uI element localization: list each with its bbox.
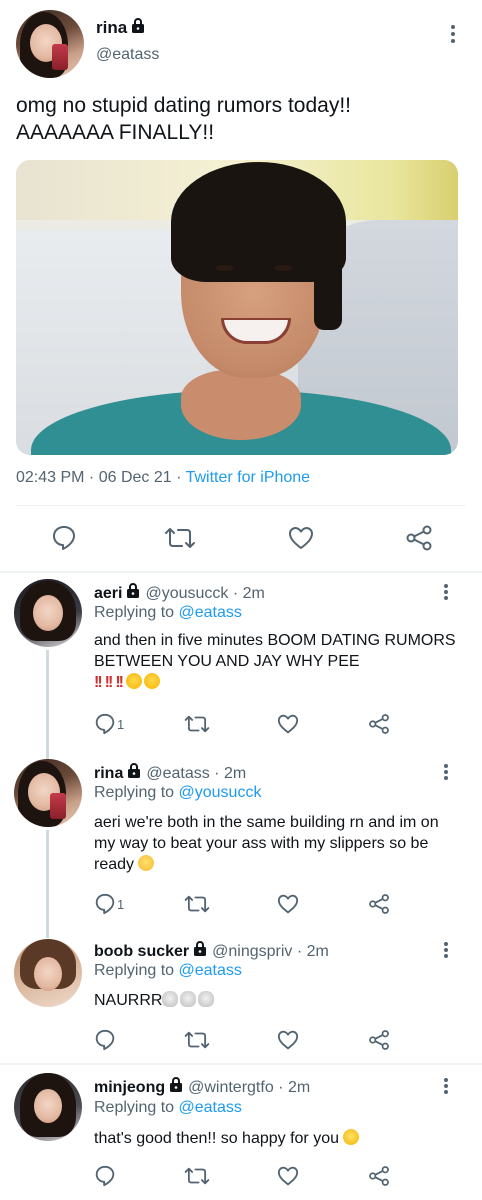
main-action-bar: [0, 522, 482, 554]
reply-icon: [95, 713, 115, 735]
more-icon[interactable]: [442, 941, 450, 959]
avatar[interactable]: [14, 579, 82, 647]
retweet-icon[interactable]: [184, 895, 210, 913]
more-icon[interactable]: [442, 1077, 450, 1095]
reply-tweet: boob sucker @ningspriv · 2m Replying to @…: [0, 933, 482, 1063]
divider: [16, 505, 466, 506]
handle[interactable]: @eatass · 2m: [146, 765, 246, 782]
reply-icon[interactable]: [52, 525, 76, 551]
replying-to-link[interactable]: @eatass: [179, 1099, 242, 1116]
replying-to: Replying to @eatass: [94, 962, 242, 979]
reply-action-bar: [0, 1029, 482, 1053]
skull-emoji: [198, 991, 215, 1007]
skull-emoji: [180, 991, 197, 1007]
tweet-meta: 02:43 PM · 06 Dec 21 · Twitter for iPhon…: [16, 469, 310, 487]
handle[interactable]: @yousucck · 2m: [145, 585, 264, 602]
display-name[interactable]: minjeong: [94, 1079, 165, 1096]
skull-emoji: [162, 991, 179, 1007]
display-name[interactable]: rina: [94, 765, 123, 782]
reply-action-bar: [0, 1165, 482, 1189]
like-icon[interactable]: [288, 526, 314, 550]
retweet-icon[interactable]: [184, 1167, 210, 1185]
reply-tweet: aeri @yousucck · 2m Replying to @eatass a…: [0, 573, 482, 753]
reply-action-bar: 1: [0, 893, 482, 917]
reply-name-line: minjeong @wintergtfo · 2m: [94, 1077, 310, 1097]
display-name[interactable]: aeri: [94, 585, 122, 602]
reply-count: 1: [117, 716, 125, 732]
reply-tweet: rina @eatass · 2m Replying to @yousucck a…: [0, 753, 482, 933]
reply-action-bar: 1: [0, 713, 482, 737]
lock-icon: [170, 1077, 183, 1092]
handle[interactable]: @ningspriv · 2m: [212, 943, 329, 960]
main-tweet: rina @eatass omg no stupid dating rumors…: [0, 0, 482, 572]
reply-tweet: minjeong @wintergtfo · 2m Replying to @ea…: [0, 1069, 482, 1200]
retweet-icon[interactable]: [184, 715, 210, 733]
reply-icon[interactable]: [95, 1165, 115, 1187]
lock-icon: [194, 941, 207, 956]
like-icon[interactable]: [277, 1166, 299, 1186]
more-icon[interactable]: [449, 24, 457, 44]
avatar[interactable]: [16, 10, 84, 78]
reply-action[interactable]: 1: [95, 893, 124, 915]
reply-name-line: aeri @yousucck · 2m: [94, 583, 265, 603]
share-icon[interactable]: [405, 525, 433, 551]
reply-text: aeri we're both in the same building rn …: [94, 814, 439, 873]
reply-name-line: rina @eatass · 2m: [94, 763, 246, 783]
smiling-emoji: [138, 855, 155, 871]
more-icon[interactable]: [442, 583, 450, 601]
rofl-emoji: [125, 673, 142, 689]
replying-to-link[interactable]: @yousucck: [179, 784, 262, 801]
divider: [0, 1063, 482, 1065]
pleading-face-emoji: [343, 1129, 360, 1145]
lock-icon: [127, 583, 140, 598]
retweet-icon[interactable]: [184, 1031, 210, 1049]
display-name[interactable]: boob sucker: [94, 943, 189, 960]
share-icon[interactable]: [368, 1165, 390, 1187]
retweet-icon[interactable]: [164, 527, 196, 549]
reply-text: that's good then!! so happy for you: [94, 1128, 464, 1149]
lock-icon: [128, 763, 141, 778]
timestamp: 02:43 PM · 06 Dec 21 ·: [16, 469, 186, 486]
tweet-source-link[interactable]: Twitter for iPhone: [186, 469, 311, 486]
avatar[interactable]: [14, 759, 82, 827]
display-name[interactable]: rina: [96, 18, 145, 38]
share-icon[interactable]: [368, 893, 390, 915]
reply-count: 1: [117, 896, 125, 912]
tweet-text: omg no stupid dating rumors today!! AAAA…: [16, 94, 352, 144]
avatar[interactable]: [14, 1073, 82, 1141]
like-icon[interactable]: [277, 714, 299, 734]
replying-to: Replying to @yousucck: [94, 784, 262, 801]
reply-action[interactable]: 1: [95, 713, 124, 735]
replying-to-link[interactable]: @eatass: [179, 604, 242, 621]
reply-icon[interactable]: [95, 1029, 115, 1051]
reply-text: NAURRR: [94, 990, 464, 1011]
double-exclamation-emoji: !!: [104, 674, 114, 691]
share-icon[interactable]: [368, 1029, 390, 1051]
like-icon[interactable]: [277, 894, 299, 914]
double-exclamation-emoji: !!: [115, 674, 124, 691]
reply-icon: [95, 893, 115, 915]
handle[interactable]: @wintergtfo · 2m: [188, 1079, 310, 1096]
handle[interactable]: @eatass: [96, 46, 159, 64]
double-exclamation-emoji: !!: [94, 674, 103, 691]
share-icon[interactable]: [368, 713, 390, 735]
reply-name-line: boob sucker @ningspriv · 2m: [94, 941, 329, 961]
like-icon[interactable]: [277, 1030, 299, 1050]
lock-icon: [132, 18, 145, 33]
reply-text: and then in five minutes BOOM DATING RUM…: [94, 632, 456, 691]
avatar[interactable]: [14, 939, 82, 1007]
replying-to: Replying to @eatass: [94, 604, 242, 621]
replying-to-link[interactable]: @eatass: [179, 962, 242, 979]
tweet-image[interactable]: [16, 160, 458, 455]
rofl-emoji: [143, 673, 160, 689]
more-icon[interactable]: [442, 763, 450, 781]
replying-to: Replying to @eatass: [94, 1099, 242, 1116]
